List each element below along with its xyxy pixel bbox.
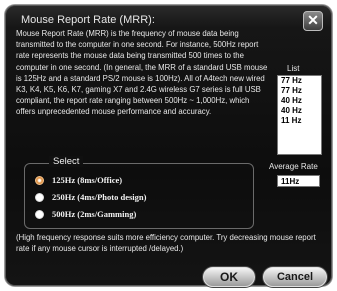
- ok-button[interactable]: OK: [203, 267, 255, 287]
- list-item: 11 Hz: [281, 116, 302, 125]
- close-button[interactable]: ✕: [303, 11, 323, 31]
- list-item: 77 Hz: [281, 86, 302, 95]
- radio-option-250hz[interactable]: 250Hz (4ms/Photo design): [35, 192, 146, 202]
- close-icon: ✕: [307, 12, 319, 28]
- description-text: Mouse Report Rate (MRR) is the frequency…: [16, 29, 268, 117]
- radio-option-125hz[interactable]: 125Hz (8ms/Office): [35, 175, 122, 185]
- dialog-title: Mouse Report Rate (MRR):: [21, 14, 155, 26]
- mouse-report-rate-dialog: Mouse Report Rate (MRR): ✕ Mouse Report …: [5, 5, 332, 287]
- list-label: List: [287, 64, 300, 73]
- footnote-text: (High frequency response suits more effi…: [16, 233, 316, 253]
- radio-checked-icon[interactable]: [35, 175, 44, 185]
- average-rate-label: Average Rate: [269, 162, 318, 171]
- list-item: 77 Hz: [281, 76, 302, 85]
- radio-option-500hz[interactable]: 500Hz (2ms/Gamming): [35, 209, 136, 219]
- rate-list[interactable]: 77 Hz 77 Hz 40 Hz 40 Hz 11 Hz: [277, 75, 322, 155]
- radio-label: 125Hz (8ms/Office): [52, 175, 123, 185]
- radio-unchecked-icon[interactable]: [35, 209, 44, 219]
- select-label: Select: [49, 156, 84, 167]
- list-item: 40 Hz: [281, 96, 302, 105]
- average-rate-value: 11Hz: [277, 175, 320, 187]
- radio-label: 250Hz (4ms/Photo design): [52, 192, 147, 202]
- list-item: 40 Hz: [281, 106, 302, 115]
- radio-label: 500Hz (2ms/Gamming): [52, 209, 137, 219]
- cancel-button[interactable]: Cancel: [263, 267, 327, 287]
- radio-unchecked-icon[interactable]: [35, 192, 44, 202]
